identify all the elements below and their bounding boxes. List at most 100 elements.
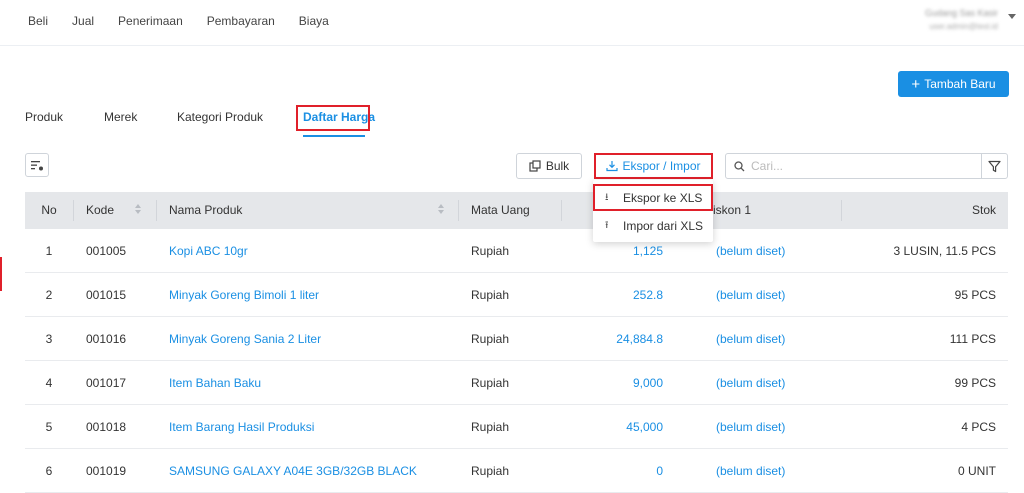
column-header-nama-produk[interactable]: Nama Produk — [169, 203, 242, 217]
nav-item-penerimaan[interactable]: Penerimaan — [118, 14, 183, 28]
filter-list-icon — [31, 161, 43, 171]
export-import-button[interactable]: Ekspor / Impor — [594, 153, 713, 179]
add-new-button[interactable]: + Tambah Baru — [898, 71, 1009, 97]
cell-kode: 001017 — [86, 376, 127, 390]
product-tabs: Produk Merek Kategori Produk Daftar Harg… — [24, 104, 1024, 138]
nav-item-beli[interactable]: Beli — [28, 14, 48, 28]
cell-mata-uang: Rupiah — [471, 244, 510, 258]
upload-icon: ⭱ — [605, 219, 609, 231]
column-divider — [156, 200, 157, 221]
cell-mata-uang: Rupiah — [471, 464, 510, 478]
column-header-kode[interactable]: Kode — [86, 203, 114, 217]
export-import-dropdown: ⭳ Ekspor ke XLS ⭱ Impor dari XLS — [593, 180, 713, 242]
cell-no: 6 — [45, 464, 53, 478]
discount-link[interactable]: (belum diset) — [716, 288, 785, 302]
sort-icon[interactable] — [135, 204, 141, 216]
product-name-link[interactable]: SAMSUNG GALAXY A04E 3GB/32GB BLACK — [169, 464, 417, 478]
price-link[interactable]: 24,884.8 — [565, 332, 663, 346]
funnel-icon — [988, 160, 1001, 172]
product-name-link[interactable]: Minyak Goreng Bimoli 1 liter — [169, 288, 319, 302]
cell-mata-uang: Rupiah — [471, 332, 510, 346]
cell-no: 2 — [45, 288, 53, 302]
user-menu[interactable]: Gudang Sas Kasir user.admin@test.id — [925, 8, 998, 31]
plus-icon: + — [911, 75, 921, 93]
search-icon — [734, 160, 745, 171]
price-link[interactable]: 252.8 — [565, 288, 663, 302]
cell-kode: 001018 — [86, 420, 127, 434]
table-row: 6 001019 SAMSUNG GALAXY A04E 3GB/32GB BL… — [25, 449, 1008, 493]
price-link[interactable]: 0 — [565, 464, 663, 478]
bulk-button[interactable]: Bulk — [516, 153, 582, 179]
discount-link[interactable]: (belum diset) — [716, 332, 785, 346]
table-row: 5 001018 Item Barang Hasil Produksi Rupi… — [25, 405, 1008, 449]
copy-icon — [529, 160, 541, 172]
price-link[interactable]: 1,125 — [565, 244, 663, 258]
menu-item-import-label: Impor dari XLS — [623, 219, 704, 233]
nav-item-pembayaran[interactable]: Pembayaran — [207, 14, 275, 28]
export-import-label: Ekspor / Impor — [622, 159, 701, 173]
discount-link[interactable]: (belum diset) — [716, 376, 785, 390]
cell-stok: 95 PCS — [954, 288, 996, 302]
column-header-no: No — [41, 203, 57, 217]
column-header-diskon: iskon 1 — [713, 203, 752, 217]
cell-stok: 0 UNIT — [957, 464, 996, 478]
sort-icon[interactable] — [438, 204, 444, 216]
cell-no: 5 — [45, 420, 53, 434]
column-divider — [841, 200, 842, 221]
column-header-stok: Stok — [971, 203, 996, 217]
nav-item-biaya[interactable]: Biaya — [299, 14, 329, 28]
highlight-edge-mark — [0, 257, 2, 291]
top-navbar: Beli Jual Penerimaan Pembayaran Biaya Gu… — [0, 0, 1024, 46]
cell-stok: 111 PCS — [949, 332, 996, 346]
product-name-link[interactable]: Item Barang Hasil Produksi — [169, 420, 314, 434]
column-filter-button[interactable] — [25, 153, 49, 177]
advanced-filter-button[interactable] — [981, 153, 1008, 179]
table-row: 3 001016 Minyak Goreng Sania 2 Liter Rup… — [25, 317, 1008, 361]
cell-no: 3 — [45, 332, 53, 346]
discount-link[interactable]: (belum diset) — [716, 464, 785, 478]
cell-kode: 001016 — [86, 332, 127, 346]
add-new-label: Tambah Baru — [924, 77, 996, 91]
tab-kategori-produk[interactable]: Kategori Produk — [177, 110, 263, 124]
product-name-link[interactable]: Kopi ABC 10gr — [169, 244, 248, 258]
tab-produk[interactable]: Produk — [25, 110, 63, 124]
column-divider — [561, 200, 562, 221]
cell-stok: 99 PCS — [954, 376, 996, 390]
download-icon — [606, 161, 619, 172]
main-menu: Beli Jual Penerimaan Pembayaran Biaya — [28, 14, 353, 28]
cell-no: 4 — [45, 376, 53, 390]
table-row: 4 001017 Item Bahan Baku Rupiah 9,000 (b… — [25, 361, 1008, 405]
search-box — [725, 153, 982, 179]
discount-link[interactable]: (belum diset) — [716, 244, 785, 258]
user-name: Gudang Sas Kasir — [924, 8, 998, 18]
price-link[interactable]: 45,000 — [565, 420, 663, 434]
column-divider — [458, 200, 459, 221]
table-row: 2 001015 Minyak Goreng Bimoli 1 liter Ru… — [25, 273, 1008, 317]
discount-link[interactable]: (belum diset) — [716, 420, 785, 434]
menu-highlight-box — [593, 184, 713, 211]
tab-merek[interactable]: Merek — [104, 110, 137, 124]
cell-stok: 4 PCS — [961, 420, 996, 434]
cell-mata-uang: Rupiah — [471, 288, 510, 302]
cell-mata-uang: Rupiah — [471, 376, 510, 390]
column-divider — [73, 200, 74, 221]
nav-item-jual[interactable]: Jual — [72, 14, 94, 28]
table-header: No Kode Nama Produk Mata Uang iskon 1 St… — [25, 192, 1008, 229]
user-email: user.admin@test.id — [929, 22, 998, 31]
cell-mata-uang: Rupiah — [471, 420, 510, 434]
cell-kode: 001019 — [86, 464, 127, 478]
tab-highlight-box — [296, 105, 370, 131]
bulk-label: Bulk — [545, 159, 570, 173]
product-name-link[interactable]: Minyak Goreng Sania 2 Liter — [169, 332, 321, 346]
column-header-mata-uang: Mata Uang — [471, 203, 530, 217]
cell-no: 1 — [45, 244, 53, 258]
cell-kode: 001005 — [86, 244, 127, 258]
chevron-down-icon[interactable] — [1008, 14, 1016, 19]
cell-kode: 001015 — [86, 288, 127, 302]
search-input[interactable] — [751, 159, 951, 173]
active-tab-indicator — [303, 135, 365, 137]
menu-item-import-xls[interactable]: ⭱ Impor dari XLS — [593, 212, 713, 240]
cell-stok: 3 LUSIN, 11.5 PCS — [893, 244, 997, 258]
price-link[interactable]: 9,000 — [565, 376, 663, 390]
product-name-link[interactable]: Item Bahan Baku — [169, 376, 261, 390]
